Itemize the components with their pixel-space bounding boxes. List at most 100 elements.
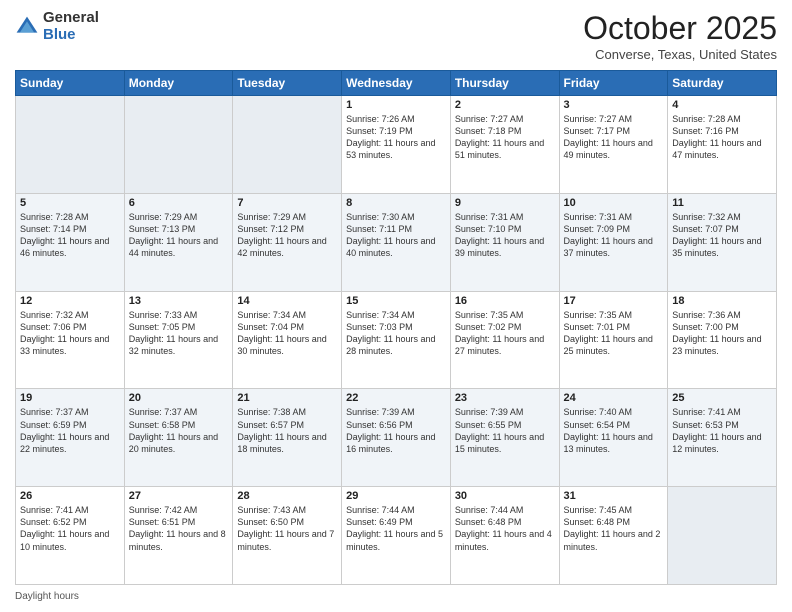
calendar-cell: 22Sunrise: 7:39 AM Sunset: 6:56 PM Dayli… xyxy=(342,389,451,487)
calendar-cell: 23 Sunrise: 7:39 AM Sunset: 6:55 PM Dayli… xyxy=(450,389,559,487)
col-header-saturday: Saturday xyxy=(668,71,777,96)
calendar-body: 1 Sunrise: 7:26 AM Sunset: 7:19 PM Daylig… xyxy=(16,96,777,585)
calendar-cell: 4 Sunrise: 7:28 AM Sunset: 7:16 PM Daylig… xyxy=(668,96,777,194)
day-number: 6 xyxy=(129,197,229,209)
day-number: 9 xyxy=(455,197,555,209)
page: General Blue October 2025 Converse, Texa… xyxy=(0,0,792,612)
calendar-cell: 28 Sunrise: 7:43 AM Sunset: 6:50 PM Dayli… xyxy=(233,487,342,585)
calendar-cell: 1 Sunrise: 7:26 AM Sunset: 7:19 PM Daylig… xyxy=(342,96,451,194)
day-info: Sunrise: 7:32 AM Sunset: 7:07 PM Dayligh… xyxy=(672,211,772,260)
week-row-2: 5Sunrise: 7:28 AM Sunset: 7:14 PM Daylig… xyxy=(16,193,777,291)
day-number: 4 xyxy=(672,99,772,111)
day-info: Sunrise: 7:35 AM Sunset: 7:01 PM Dayligh… xyxy=(564,309,664,358)
day-number: 20 xyxy=(129,392,229,404)
calendar-cell: 14 Sunrise: 7:34 AM Sunset: 7:04 PM Dayli… xyxy=(233,291,342,389)
calendar-cell: 6Sunrise: 7:29 AM Sunset: 7:13 PM Daylig… xyxy=(124,193,233,291)
day-info: Sunrise: 7:36 AM Sunset: 7:00 PM Dayligh… xyxy=(672,309,772,358)
day-info: Sunrise: 7:37 AM Sunset: 6:59 PM Dayligh… xyxy=(20,406,120,455)
day-number: 15 xyxy=(346,295,446,307)
logo-text: General Blue xyxy=(43,10,99,43)
calendar-cell xyxy=(124,96,233,194)
day-number: 28 xyxy=(237,490,337,502)
calendar-cell: 3Sunrise: 7:27 AM Sunset: 7:17 PM Daylig… xyxy=(559,96,668,194)
calendar-cell: 27Sunrise: 7:42 AM Sunset: 6:51 PM Dayli… xyxy=(124,487,233,585)
day-number: 3 xyxy=(564,99,664,111)
day-number: 31 xyxy=(564,490,664,502)
day-info: Sunrise: 7:40 AM Sunset: 6:54 PM Dayligh… xyxy=(564,406,664,455)
title-block: October 2025 Converse, Texas, United Sta… xyxy=(583,10,777,62)
footer: Daylight hours xyxy=(15,591,777,602)
calendar-cell: 16Sunrise: 7:35 AM Sunset: 7:02 PM Dayli… xyxy=(450,291,559,389)
logo-icon xyxy=(15,15,39,39)
week-row-4: 19Sunrise: 7:37 AM Sunset: 6:59 PM Dayli… xyxy=(16,389,777,487)
calendar-cell: 20 Sunrise: 7:37 AM Sunset: 6:58 PM Dayli… xyxy=(124,389,233,487)
logo-general: General xyxy=(43,10,99,27)
calendar-table: SundayMondayTuesdayWednesdayThursdayFrid… xyxy=(15,70,777,585)
day-number: 7 xyxy=(237,197,337,209)
day-info: Sunrise: 7:32 AM Sunset: 7:06 PM Dayligh… xyxy=(20,309,120,358)
week-row-1: 1 Sunrise: 7:26 AM Sunset: 7:19 PM Daylig… xyxy=(16,96,777,194)
calendar-header: SundayMondayTuesdayWednesdayThursdayFrid… xyxy=(16,71,777,96)
calendar-cell: 18 Sunrise: 7:36 AM Sunset: 7:00 PM Dayli… xyxy=(668,291,777,389)
day-info: Sunrise: 7:31 AM Sunset: 7:10 PM Dayligh… xyxy=(455,211,555,260)
col-header-thursday: Thursday xyxy=(450,71,559,96)
calendar-cell: 25 Sunrise: 7:41 AM Sunset: 6:53 PM Dayli… xyxy=(668,389,777,487)
calendar-cell: 9 Sunrise: 7:31 AM Sunset: 7:10 PM Daylig… xyxy=(450,193,559,291)
calendar-cell: 17 Sunrise: 7:35 AM Sunset: 7:01 PM Dayli… xyxy=(559,291,668,389)
calendar-cell xyxy=(668,487,777,585)
day-info: Sunrise: 7:41 AM Sunset: 6:52 PM Dayligh… xyxy=(20,504,120,553)
calendar-cell: 12 Sunrise: 7:32 AM Sunset: 7:06 PM Dayli… xyxy=(16,291,125,389)
col-header-sunday: Sunday xyxy=(16,71,125,96)
day-info: Sunrise: 7:26 AM Sunset: 7:19 PM Dayligh… xyxy=(346,113,446,162)
header-row: SundayMondayTuesdayWednesdayThursdayFrid… xyxy=(16,71,777,96)
day-info: Sunrise: 7:39 AM Sunset: 6:55 PM Dayligh… xyxy=(455,406,555,455)
day-info: Sunrise: 7:28 AM Sunset: 7:16 PM Dayligh… xyxy=(672,113,772,162)
calendar-cell xyxy=(233,96,342,194)
calendar-cell: 21 Sunrise: 7:38 AM Sunset: 6:57 PM Dayli… xyxy=(233,389,342,487)
calendar-cell: 26Sunrise: 7:41 AM Sunset: 6:52 PM Dayli… xyxy=(16,487,125,585)
day-number: 12 xyxy=(20,295,120,307)
day-info: Sunrise: 7:30 AM Sunset: 7:11 PM Dayligh… xyxy=(346,211,446,260)
day-number: 23 xyxy=(455,392,555,404)
day-number: 13 xyxy=(129,295,229,307)
day-info: Sunrise: 7:42 AM Sunset: 6:51 PM Dayligh… xyxy=(129,504,229,553)
day-info: Sunrise: 7:43 AM Sunset: 6:50 PM Dayligh… xyxy=(237,504,337,553)
daylight-label: Daylight hours xyxy=(15,591,79,602)
day-info: Sunrise: 7:37 AM Sunset: 6:58 PM Dayligh… xyxy=(129,406,229,455)
day-info: Sunrise: 7:41 AM Sunset: 6:53 PM Dayligh… xyxy=(672,406,772,455)
calendar-cell: 30Sunrise: 7:44 AM Sunset: 6:48 PM Dayli… xyxy=(450,487,559,585)
col-header-tuesday: Tuesday xyxy=(233,71,342,96)
day-info: Sunrise: 7:33 AM Sunset: 7:05 PM Dayligh… xyxy=(129,309,229,358)
day-number: 14 xyxy=(237,295,337,307)
day-number: 18 xyxy=(672,295,772,307)
logo: General Blue xyxy=(15,10,99,43)
day-info: Sunrise: 7:38 AM Sunset: 6:57 PM Dayligh… xyxy=(237,406,337,455)
calendar-cell: 24 Sunrise: 7:40 AM Sunset: 6:54 PM Dayli… xyxy=(559,389,668,487)
day-number: 21 xyxy=(237,392,337,404)
day-info: Sunrise: 7:45 AM Sunset: 6:48 PM Dayligh… xyxy=(564,504,664,553)
calendar-cell: 2Sunrise: 7:27 AM Sunset: 7:18 PM Daylig… xyxy=(450,96,559,194)
day-number: 17 xyxy=(564,295,664,307)
calendar-cell: 10 Sunrise: 7:31 AM Sunset: 7:09 PM Dayli… xyxy=(559,193,668,291)
calendar-cell: 15 Sunrise: 7:34 AM Sunset: 7:03 PM Dayli… xyxy=(342,291,451,389)
logo-blue: Blue xyxy=(43,27,99,44)
location: Converse, Texas, United States xyxy=(583,47,777,62)
day-info: Sunrise: 7:31 AM Sunset: 7:09 PM Dayligh… xyxy=(564,211,664,260)
calendar-cell: 11Sunrise: 7:32 AM Sunset: 7:07 PM Dayli… xyxy=(668,193,777,291)
day-number: 24 xyxy=(564,392,664,404)
day-number: 22 xyxy=(346,392,446,404)
day-info: Sunrise: 7:28 AM Sunset: 7:14 PM Dayligh… xyxy=(20,211,120,260)
calendar-cell: 13 Sunrise: 7:33 AM Sunset: 7:05 PM Dayli… xyxy=(124,291,233,389)
day-info: Sunrise: 7:34 AM Sunset: 7:03 PM Dayligh… xyxy=(346,309,446,358)
day-number: 25 xyxy=(672,392,772,404)
day-info: Sunrise: 7:29 AM Sunset: 7:12 PM Dayligh… xyxy=(237,211,337,260)
week-row-3: 12 Sunrise: 7:32 AM Sunset: 7:06 PM Dayli… xyxy=(16,291,777,389)
day-number: 1 xyxy=(346,99,446,111)
day-number: 10 xyxy=(564,197,664,209)
day-number: 16 xyxy=(455,295,555,307)
day-info: Sunrise: 7:34 AM Sunset: 7:04 PM Dayligh… xyxy=(237,309,337,358)
col-header-monday: Monday xyxy=(124,71,233,96)
calendar-cell: 5Sunrise: 7:28 AM Sunset: 7:14 PM Daylig… xyxy=(16,193,125,291)
calendar-cell: 8Sunrise: 7:30 AM Sunset: 7:11 PM Daylig… xyxy=(342,193,451,291)
day-info: Sunrise: 7:27 AM Sunset: 7:18 PM Dayligh… xyxy=(455,113,555,162)
